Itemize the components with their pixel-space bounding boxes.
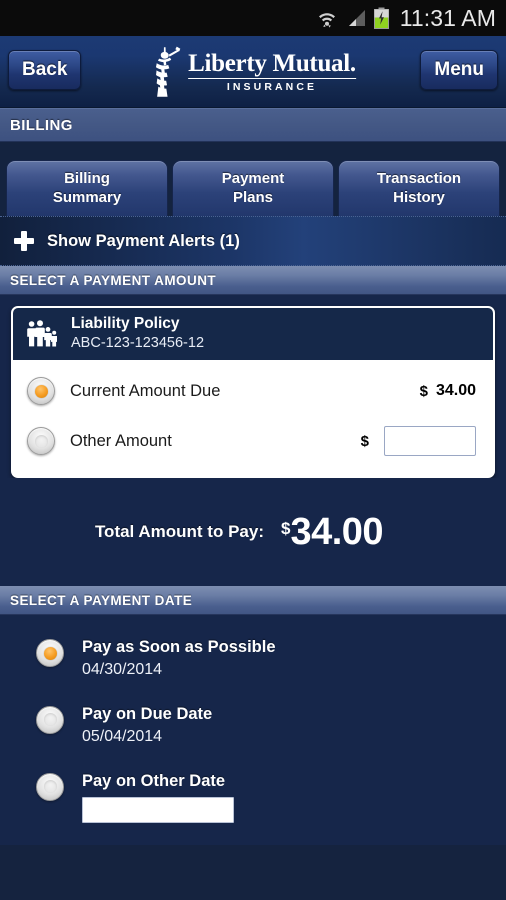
brand-logo: Liberty Mutual. INSURANCE (150, 46, 356, 98)
pay-asap-date: 04/30/2014 (82, 661, 163, 679)
status-bar-clock: 11:31 AM (399, 4, 496, 31)
other-amount-field-group: $ (361, 426, 476, 456)
plus-icon (14, 231, 34, 251)
pay-on-due-date-title: Pay on Due Date (82, 704, 213, 723)
option-current-amount-due-label: Current Amount Due (70, 381, 221, 400)
option-other-amount[interactable]: Other Amount $ (13, 416, 493, 466)
section-header-payment-date-label: SELECT A PAYMENT DATE (10, 592, 193, 608)
battery-charging-icon (373, 7, 389, 29)
currency-symbol: $ (360, 432, 369, 450)
status-bar: 11:31 AM (0, 0, 506, 36)
app-header: Back Liberty Mutual. INSURANCE Menu (0, 36, 506, 108)
pay-on-other-date-text: Pay on Other Date (82, 771, 234, 824)
pay-asap-title: Pay as Soon as Possible (82, 638, 276, 656)
policy-number: ABC-123-123456-12 (71, 335, 205, 352)
payment-amount-options: Current Amount Due $ 34.00 Other Amount … (13, 360, 493, 476)
option-current-amount-due[interactable]: Current Amount Due $ 34.00 (13, 366, 493, 416)
tab-billing-summary-label: Billing Summary (52, 169, 122, 206)
policy-name: Liability Policy (71, 315, 180, 333)
radio-other-amount[interactable] (27, 427, 55, 455)
current-amount-due-amount: 34.00 (435, 382, 476, 399)
menu-button[interactable]: Menu (420, 50, 498, 90)
radio-current-amount-due[interactable] (27, 377, 55, 405)
option-pay-asap[interactable]: Pay as Soon as Possible 04/30/2014 (0, 637, 506, 704)
pay-on-other-date-input[interactable] (82, 797, 234, 824)
wifi-icon (316, 7, 338, 29)
page-title-bar: BILLING (0, 108, 506, 142)
pay-asap-text: Pay as Soon as Possible 04/30/2014 (82, 637, 276, 682)
signal-icon (345, 8, 367, 28)
option-pay-on-other-date[interactable]: Pay on Other Date (0, 771, 506, 845)
currency-symbol: $ (419, 382, 428, 400)
tab-transaction-history-label: Transaction History (376, 169, 462, 206)
other-amount-input[interactable] (384, 426, 476, 456)
page-title: BILLING (10, 116, 73, 134)
total-amount-number: 34.00 (290, 510, 384, 553)
section-header-payment-amount: SELECT A PAYMENT AMOUNT (0, 266, 506, 295)
brand-text: Liberty Mutual. INSURANCE (188, 51, 356, 93)
pay-on-due-date-text: Pay on Due Date 05/04/2014 (82, 704, 212, 749)
total-currency-symbol: $ (280, 518, 291, 538)
brand-name: Liberty Mutual. (188, 49, 356, 79)
payment-date-section: Pay as Soon as Possible 04/30/2014 Pay o… (0, 615, 506, 846)
show-payment-alerts-bar[interactable]: Show Payment Alerts (1) (0, 216, 506, 266)
option-pay-on-due-date[interactable]: Pay on Due Date 05/04/2014 (0, 704, 506, 771)
radio-pay-on-other-date[interactable] (36, 772, 64, 801)
total-amount-row: Total Amount to Pay: $ 34.00 (0, 478, 506, 586)
policy-card-header: Liability Policy ABC-123-123456-12 (13, 308, 493, 360)
tab-payment-plans[interactable]: Payment Plans (172, 160, 334, 216)
policy-card: Liability Policy ABC-123-123456-12 Curre… (11, 306, 495, 478)
family-icon (27, 320, 57, 347)
payment-amount-section: Liability Policy ABC-123-123456-12 Curre… (0, 295, 506, 478)
section-header-payment-amount-label: SELECT A PAYMENT AMOUNT (10, 272, 217, 288)
show-payment-alerts-label: Show Payment Alerts (1) (47, 231, 240, 250)
current-amount-due-value: $ 34.00 (420, 382, 476, 400)
brand-subtitle: INSURANCE (226, 80, 318, 93)
section-header-payment-date: SELECT A PAYMENT DATE (0, 586, 506, 615)
radio-pay-on-due-date[interactable] (36, 705, 64, 734)
tab-payment-plans-label: Payment Plans (221, 169, 285, 206)
total-amount-value: $ 34.00 (280, 510, 384, 553)
pay-on-due-date-date: 05/04/2014 (82, 728, 163, 746)
option-other-amount-label: Other Amount (70, 431, 172, 450)
tab-transaction-history[interactable]: Transaction History (338, 160, 500, 216)
total-amount-label: Total Amount to Pay: (94, 522, 264, 541)
tab-billing-summary[interactable]: Billing Summary (6, 160, 168, 216)
pay-on-other-date-title: Pay on Other Date (82, 771, 226, 790)
policy-info: Liability Policy ABC-123-123456-12 (71, 314, 204, 354)
back-button[interactable]: Back (8, 50, 82, 90)
tab-bar: Billing Summary Payment Plans Transaction H… (0, 142, 506, 216)
radio-pay-asap[interactable] (36, 639, 64, 667)
statue-of-liberty-icon (155, 46, 181, 97)
